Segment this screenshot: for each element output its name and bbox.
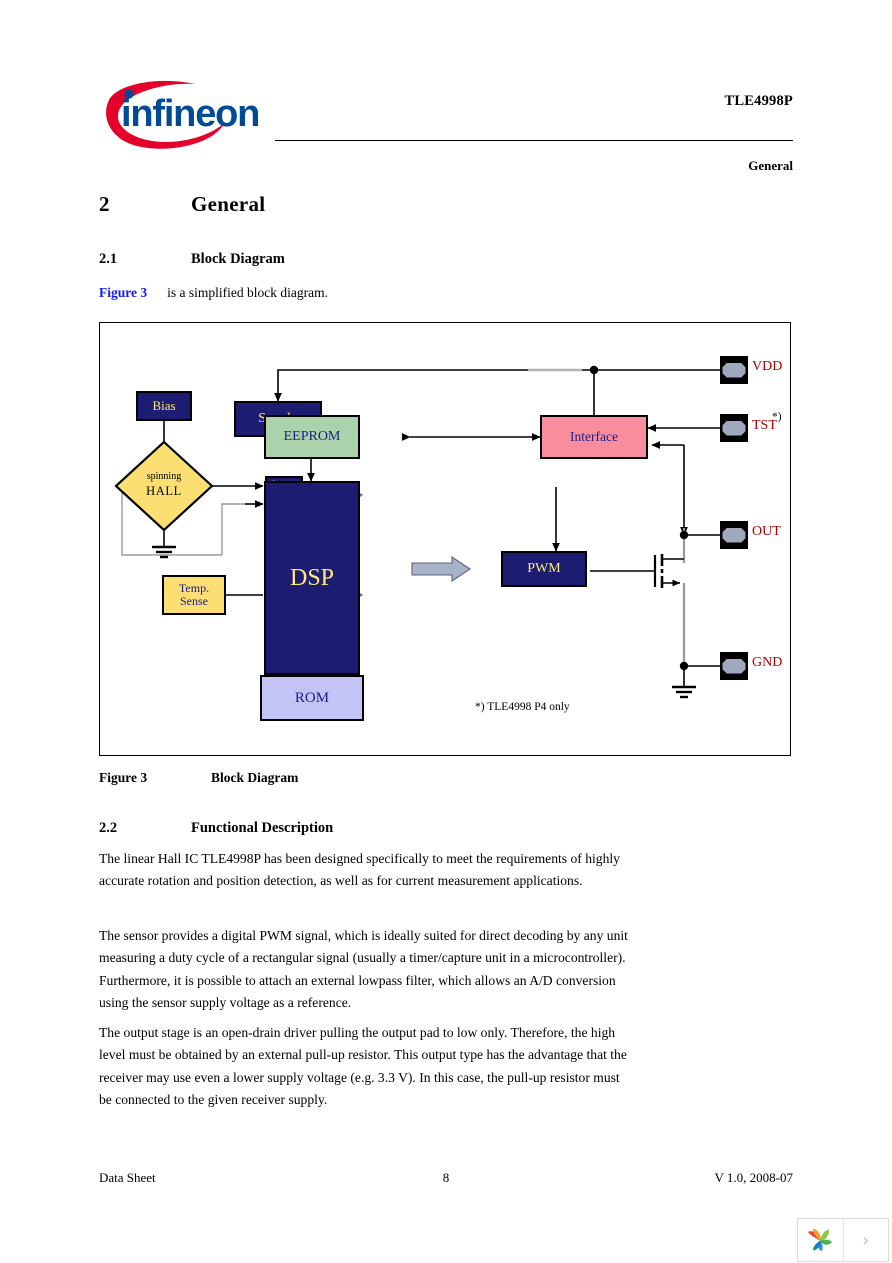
block-dsp[interactable]: DSP (264, 481, 360, 675)
header-section-label: General (748, 158, 793, 173)
temp-sense-line2: Sense (180, 594, 208, 608)
figure-reference-line: Figure 3 is a simplified block diagram. (99, 285, 328, 301)
svg-text:infineon: infineon (121, 93, 259, 135)
section-title-2-1: Block Diagram (191, 251, 285, 267)
section-number-2-1: 2.1 (99, 251, 118, 267)
block-interface[interactable]: Interface (540, 415, 648, 459)
temp-sense-line1: Temp. (178, 580, 210, 595)
paragraph-functional-2: The sensor provides a digital PWM signal… (99, 928, 628, 1010)
block-diagram-canvas: spinning HALL Bias Supply Temp. Sense A … (100, 323, 790, 755)
section-heading-block-diagram: 2.1 Block Diagram (99, 251, 793, 268)
block-temp-sense[interactable]: Temp. Sense (162, 575, 226, 615)
page-footer: Data Sheet 8 V 1.0, 2008-07 (99, 1170, 793, 1190)
corner-widget-next-button[interactable]: › (844, 1219, 889, 1261)
page-header: infineon TLE4998P General (99, 78, 793, 173)
spinning-hall-diamond (114, 440, 214, 532)
chapter-heading: 2 General (99, 192, 793, 217)
section-number-2-2: 2.2 (99, 820, 118, 836)
tst-footnote-marker: *) (772, 411, 782, 423)
chapter-number: 2 (99, 192, 110, 216)
pad-label-out: OUT (752, 524, 781, 539)
pad-label-vdd: VDD (752, 359, 783, 374)
document-page: infineon TLE4998P General 2 General 2.1 Bl… (0, 0, 892, 1263)
colorful-leaf-icon (808, 1228, 833, 1252)
figure-caption-title: Block Diagram (211, 770, 299, 785)
section-heading-functional-description: 2.2 Functional Description (99, 820, 793, 837)
chapter-title: General (191, 192, 266, 216)
block-bias[interactable]: Bias (136, 391, 192, 421)
chevron-right-icon: › (862, 1230, 869, 1249)
figure-footnote: *) TLE4998 P4 only (475, 701, 570, 713)
corner-widget[interactable]: › (797, 1218, 889, 1262)
block-eeprom[interactable]: EEPROM (264, 415, 360, 459)
figure-3-link[interactable]: Figure 3 (99, 285, 147, 300)
pad-label-gnd: GND (752, 655, 783, 670)
block-diagram-figure: spinning HALL Bias Supply Temp. Sense A … (99, 322, 791, 756)
header-divider (275, 140, 793, 141)
block-diagram-wiring (121, 356, 748, 699)
corner-widget-logo-cell[interactable] (798, 1219, 844, 1261)
figure-reference-text: is a simplified block diagram. (167, 285, 328, 300)
footer-document-type: Data Sheet (99, 1170, 156, 1185)
block-pwm[interactable]: PWM (501, 551, 587, 587)
infineon-logo: infineon (99, 78, 267, 150)
figure-caption: Figure 3 Block Diagram (99, 770, 793, 786)
header-product-title: TLE4998P (724, 93, 793, 109)
section-title-2-2: Functional Description (191, 820, 334, 836)
footer-page-number: 8 (442, 1170, 450, 1185)
paragraph-functional-1: The linear Hall IC TLE4998P has been des… (99, 851, 620, 889)
infineon-logo-svg: infineon (106, 80, 260, 149)
paragraph-functional-3: The output stage is an open-drain driver… (99, 1025, 627, 1107)
figure-caption-number: Figure 3 (99, 770, 148, 785)
block-rom[interactable]: ROM (260, 675, 364, 721)
pad-symbols (720, 356, 748, 680)
footer-version-date: V 1.0, 2008-07 (714, 1170, 793, 1185)
